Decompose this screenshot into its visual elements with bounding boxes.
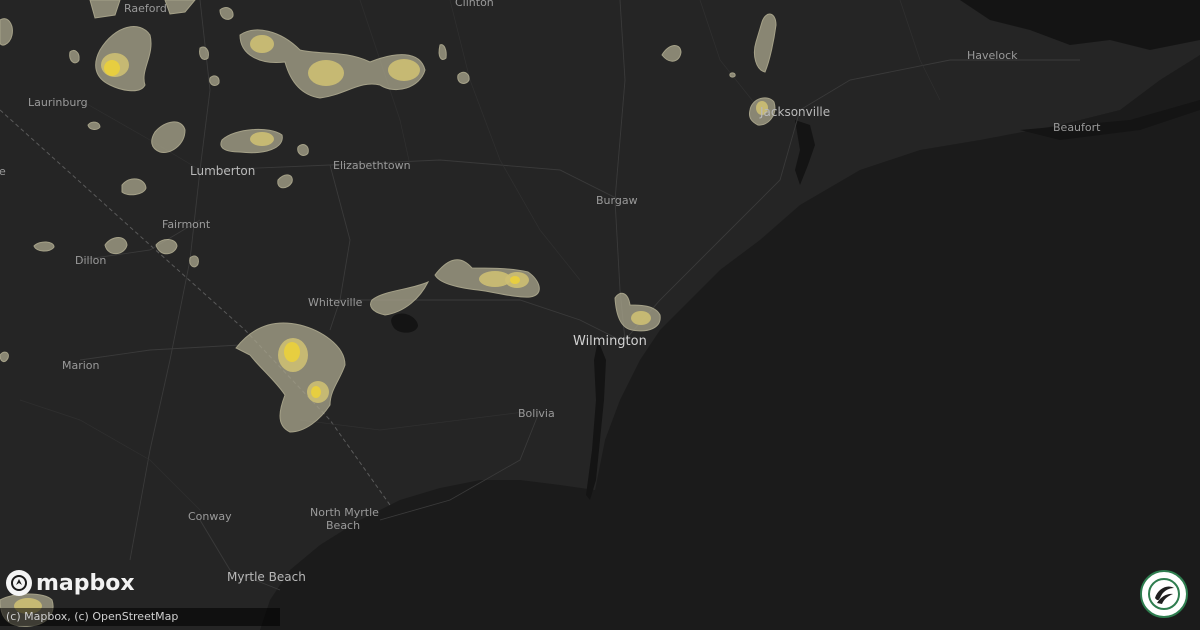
city-label-whiteville: Whiteville [308,296,363,309]
city-label-myrtle-beach: Myrtle Beach [227,570,306,584]
city-label-elizabethtown: Elizabethtown [333,159,411,172]
city-label-lumberton: Lumberton [190,164,255,178]
city-label-wilmington: Wilmington [573,334,647,349]
city-label-raeford: Raeford [124,2,167,15]
city-label-conway: Conway [188,510,232,523]
city-label-clinton: Clinton [455,0,494,9]
city-label-burgaw: Burgaw [596,194,638,207]
city-label-bolivia: Bolivia [518,407,555,420]
mapbox-logo-text: mapbox [36,570,135,596]
city-label-beaufort: Beaufort [1053,121,1101,134]
city-label-north-myrtle-beach-line2: Beach [326,519,360,532]
city-label-jacksonville: Jacksonville [759,105,830,119]
city-label-havelock: Havelock [967,49,1018,62]
mapbox-logo[interactable]: mapbox [6,570,135,596]
city-label-marion: Marion [62,359,100,372]
city-label-fairmont: Fairmont [162,218,211,231]
hail-badge-icon[interactable] [1140,570,1188,618]
city-label-north-myrtle-beach: North Myrtle [310,506,379,519]
city-label-dillon: Dillon [75,254,106,267]
city-label-laurinburg: Laurinburg [28,96,88,109]
map-attribution[interactable]: (c) Mapbox, (c) OpenStreetMap [0,608,280,626]
weather-map[interactable]: Raeford Clinton Laurinburg Lumberton Eli… [0,0,1200,630]
city-label-edge-left: le [0,165,6,178]
mapbox-logo-icon [6,570,32,596]
